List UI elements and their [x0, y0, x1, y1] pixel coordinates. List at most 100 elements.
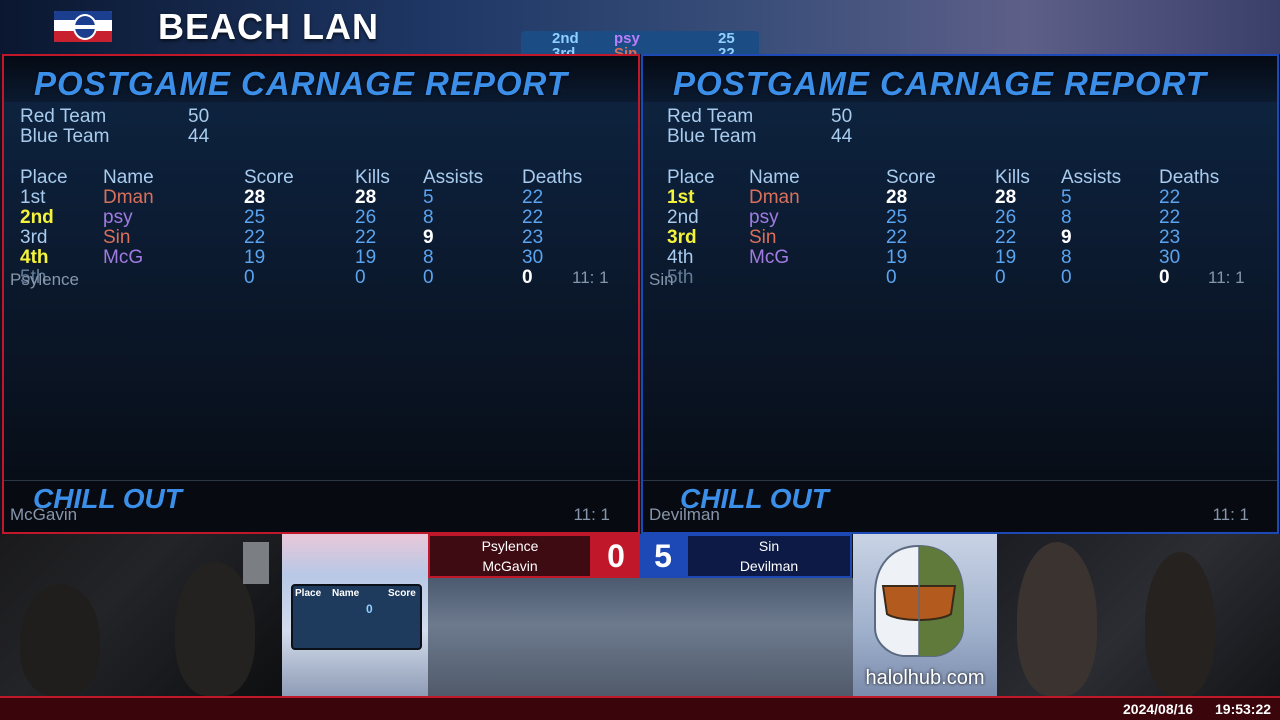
- row-place: 1st: [20, 187, 46, 208]
- row-score: 19: [886, 247, 908, 268]
- row-assists: 0: [423, 267, 434, 288]
- row-kills: 26: [995, 207, 1017, 228]
- row-name: McG: [103, 247, 144, 268]
- row-deaths: 30: [522, 247, 544, 268]
- col-header-assists: Assists: [1061, 167, 1122, 188]
- red-player: McGavin: [482, 558, 538, 574]
- report-panel-blue: POSTGAME CARNAGE REPORT Red Team 50 Blue…: [641, 54, 1279, 534]
- row-place: 4th: [20, 247, 49, 268]
- row-score: 22: [886, 227, 908, 248]
- mini-score: 22: [718, 45, 735, 54]
- row-name: Sin: [749, 227, 777, 248]
- team-score: 44: [188, 126, 210, 147]
- team-name: Red Team: [667, 106, 754, 127]
- row-deaths: 30: [1159, 247, 1181, 268]
- team-name: Blue Team: [20, 126, 110, 147]
- event-title: BEACH LAN: [158, 6, 379, 47]
- report-header: POSTGAME CARNAGE REPORT: [4, 56, 638, 102]
- beach-lan-logo-icon: [54, 11, 112, 42]
- row-deaths: 22: [1159, 187, 1181, 208]
- row-assists: 0: [1061, 267, 1072, 288]
- panel-footer: CHILL OUT Devilman 11: 1: [643, 480, 1277, 532]
- col-header-kills: Kills: [995, 167, 1030, 188]
- mini-score-table: Place Name Score 0: [291, 584, 422, 650]
- row-assists: 5: [1061, 187, 1072, 208]
- mini-scoreboard-row: 2nd psy 25: [521, 31, 759, 47]
- row-place: 2nd: [20, 207, 54, 228]
- row-name: Dman: [749, 187, 800, 208]
- col-header-assists: Assists: [423, 167, 484, 188]
- row-name: Dman: [103, 187, 154, 208]
- col-header-name: Name: [749, 167, 800, 188]
- player-kd: 11: 1: [1212, 505, 1249, 524]
- row-kills: 22: [355, 227, 377, 248]
- row-kills: 28: [995, 187, 1017, 208]
- col-header-place: Place: [667, 167, 715, 188]
- bottom-strip: Place Name Score 0 Psylence McGavin 0 5 …: [0, 534, 1280, 696]
- row-score: 25: [244, 207, 266, 228]
- status-bar: 2024/08/16 19:53:22: [0, 696, 1280, 720]
- sponsor-box: halolhub.com: [853, 534, 997, 696]
- col-header-place: Place: [20, 167, 68, 188]
- overlay-kd: 11: 1: [572, 268, 609, 287]
- row-deaths: 23: [522, 227, 544, 248]
- red-match-score: 0: [592, 534, 640, 578]
- player-kd: 11: 1: [573, 505, 610, 524]
- row-place: 3rd: [20, 227, 48, 248]
- row-deaths: 22: [522, 207, 544, 228]
- overlay-player-name: Psylence: [10, 270, 79, 289]
- row-assists: 8: [1061, 207, 1072, 228]
- mini-scoreboard-row: 3rd Sin 22: [521, 45, 759, 54]
- blue-player: Sin: [758, 538, 780, 554]
- report-title: POSTGAME CARNAGE REPORT: [34, 65, 568, 102]
- webcam-red-team: [0, 534, 282, 696]
- team-name: Blue Team: [667, 126, 757, 147]
- blue-match-score: 5: [640, 534, 686, 578]
- team-name: Red Team: [20, 106, 107, 127]
- mini-col-place: Place: [295, 588, 322, 599]
- mini-name: Sin: [614, 45, 638, 54]
- report-panel-red: POSTGAME CARNAGE REPORT Red Team 50 Blue…: [2, 54, 640, 534]
- mini-col-name: Name: [332, 588, 360, 599]
- mini-score-value: 0: [366, 602, 373, 616]
- top-bar: BEACH LAN 2nd psy 25 3rd Sin 22: [0, 0, 1280, 54]
- overlay-player-name: Sin: [649, 270, 674, 289]
- row-kills: 28: [355, 187, 377, 208]
- status-time: 19:53:22: [1215, 701, 1272, 717]
- row-name: Sin: [103, 227, 131, 248]
- mini-scoreboard: 2nd psy 25 3rd Sin 22: [521, 31, 759, 54]
- row-assists: 8: [423, 247, 434, 268]
- webcam-blue-team: [997, 534, 1280, 696]
- row-assists: 5: [423, 187, 434, 208]
- row-assists: 9: [1061, 227, 1072, 248]
- red-team-roster: Psylence McGavin: [428, 534, 592, 578]
- red-player: Psylence: [481, 538, 539, 554]
- row-score: 25: [886, 207, 908, 228]
- mini-col-score: Score: [388, 588, 416, 599]
- row-score: 19: [244, 247, 266, 268]
- status-date: 2024/08/16: [1123, 701, 1194, 717]
- col-header-kills: Kills: [355, 167, 390, 188]
- blue-player: Devilman: [739, 558, 799, 574]
- row-assists: 9: [423, 227, 434, 248]
- row-assists: 8: [423, 207, 434, 228]
- row-deaths: 23: [1159, 227, 1181, 248]
- row-deaths: 0: [522, 267, 533, 288]
- row-deaths: 22: [1159, 207, 1181, 228]
- row-deaths: 0: [1159, 267, 1170, 288]
- player-name: Devilman: [649, 505, 720, 524]
- mini-place: 3rd: [552, 45, 576, 54]
- row-kills: 22: [995, 227, 1017, 248]
- team-score: 50: [831, 106, 853, 127]
- report-header: POSTGAME CARNAGE REPORT: [643, 56, 1277, 102]
- row-place: 1st: [667, 187, 695, 208]
- panel-footer: CHILL OUT McGavin 11: 1: [4, 480, 638, 532]
- row-score: 0: [886, 267, 897, 288]
- game-map-view: [428, 578, 853, 696]
- report-title: POSTGAME CARNAGE REPORT: [673, 65, 1207, 102]
- row-kills: 0: [355, 267, 366, 288]
- col-header-deaths: Deaths: [522, 167, 583, 188]
- player-name: McGavin: [10, 505, 78, 524]
- team-score: 50: [188, 106, 210, 127]
- sponsor-site: halolhub.com: [865, 667, 985, 689]
